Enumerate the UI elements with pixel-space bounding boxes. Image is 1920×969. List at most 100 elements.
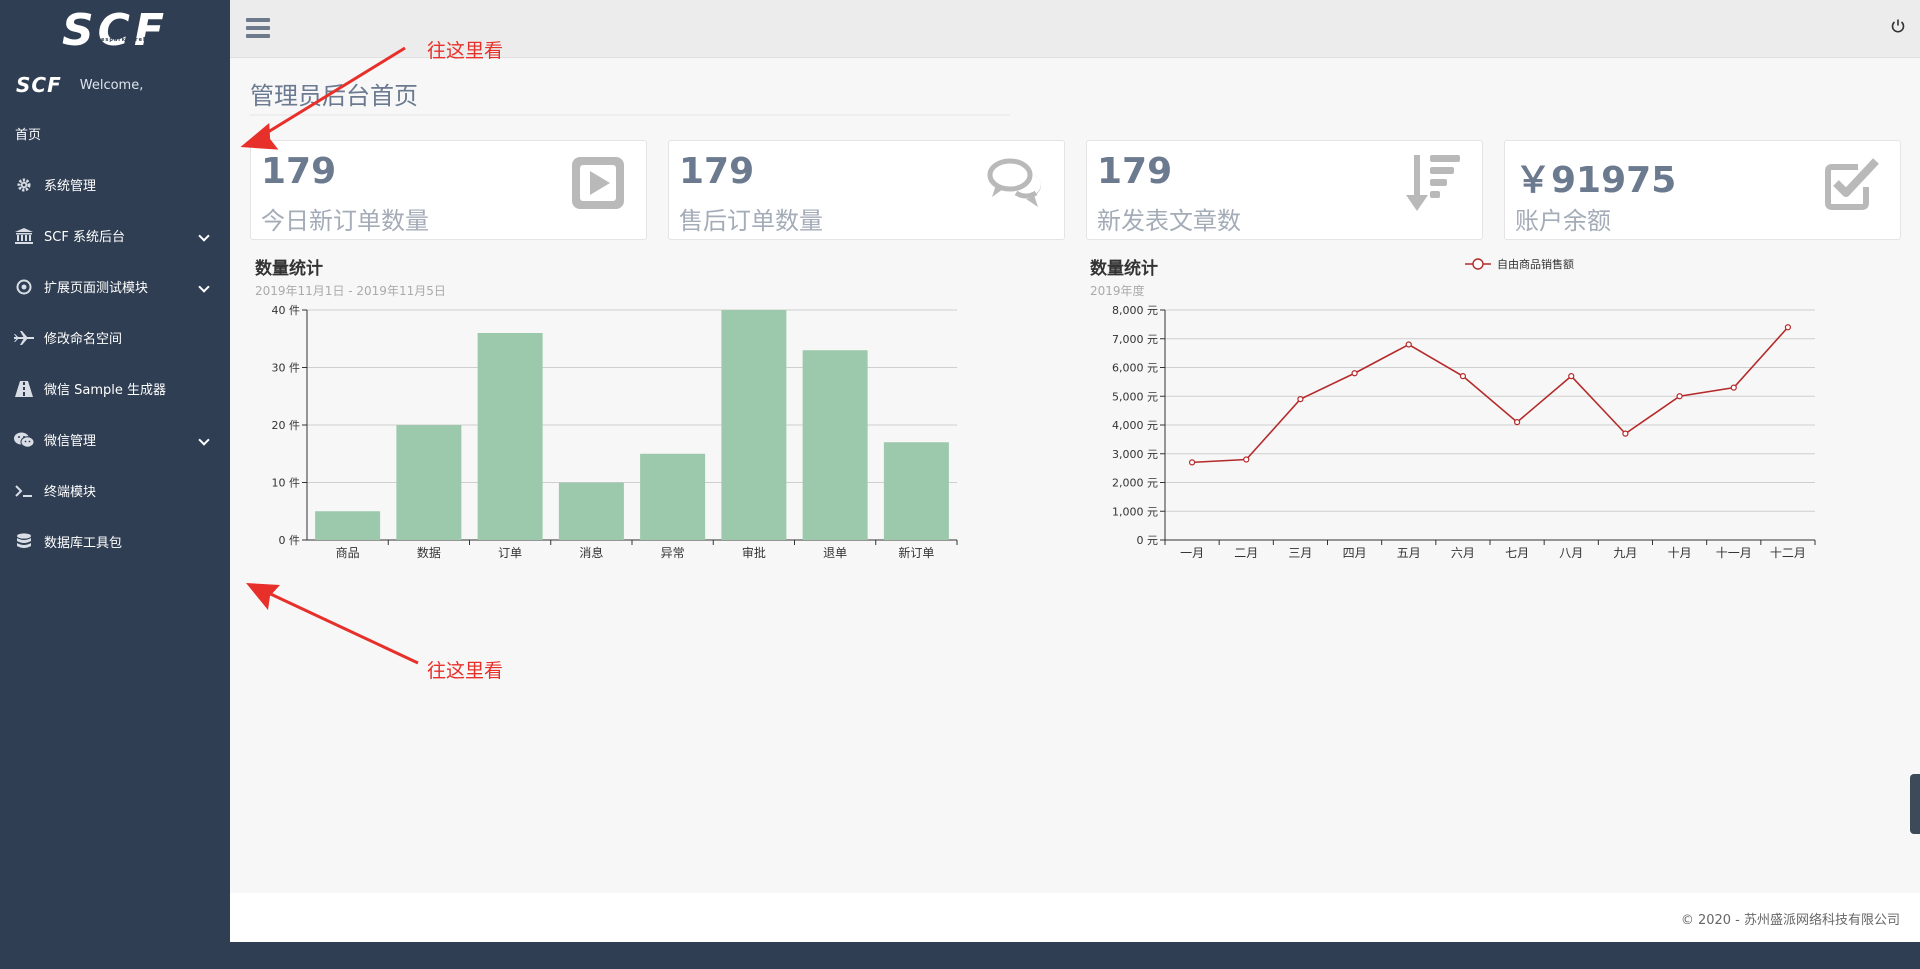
- sidebar-item-home[interactable]: 首页: [0, 108, 230, 159]
- annotation-label: 往这里看: [427, 660, 504, 682]
- y-tick-label: 1,000 元: [1112, 505, 1158, 518]
- data-point: [1405, 341, 1412, 348]
- side-scroll-handle[interactable]: [1910, 774, 1920, 834]
- series-line: [1192, 326, 1789, 464]
- footer: © 2020 - 苏州盛派网络科技有限公司: [230, 893, 1920, 942]
- sidebar-item-label: SCF 系统后台: [44, 230, 125, 245]
- brand-logo-text: SCF: [61, 5, 169, 56]
- stat-value: 179: [261, 151, 337, 192]
- x-tick-label: 异常: [661, 546, 685, 560]
- stat-label: 账户余额: [1515, 207, 1611, 235]
- sidebar-item-extension-test[interactable]: 扩展页面测试模块: [0, 261, 230, 312]
- data-point: [1243, 456, 1250, 463]
- database-icon: [14, 532, 34, 552]
- y-tick-label: 2,000 元: [1112, 477, 1158, 490]
- sidebar-item-label: 扩展页面测试模块: [44, 281, 149, 296]
- y-tick-label: 20 件: [272, 419, 301, 432]
- y-tick-label: 4,000 元: [1112, 419, 1158, 432]
- title-divider: [250, 114, 1010, 116]
- sidebar-item-label: 终端模块: [44, 485, 97, 500]
- x-tick-label: 四月: [1343, 546, 1367, 560]
- stat-card-new-articles[interactable]: 179 新发表文章数: [1086, 140, 1483, 240]
- stat-card-aftersale-orders[interactable]: 179 售后订单数量: [668, 140, 1065, 240]
- y-tick-label: 8,000 元: [1112, 304, 1158, 317]
- data-point: [1459, 373, 1467, 380]
- brand-logo-small: SeesparkCoreFramework: [91, 37, 184, 43]
- data-point: [1568, 373, 1575, 380]
- sidebar-item-label: 微信 Sample 生成器: [44, 383, 167, 398]
- y-tick-label: 0 元: [1137, 534, 1159, 547]
- sidebar-item-terminal[interactable]: 终端模块: [0, 465, 230, 516]
- x-tick-label: 审批: [742, 545, 766, 560]
- sidebar-item-wechat-manage[interactable]: 微信管理: [0, 414, 230, 465]
- sort-icon: [1406, 155, 1460, 211]
- y-tick-label: 5,000 元: [1112, 390, 1158, 403]
- power-icon[interactable]: [1890, 18, 1906, 34]
- stat-card-new-orders[interactable]: 179 今日新订单数量: [250, 140, 647, 240]
- sidebar-item-wechat-sample[interactable]: 微信 Sample 生成器: [0, 363, 230, 414]
- sidebar-item-system[interactable]: 系统管理: [0, 159, 230, 210]
- y-tick-label: 10 件: [272, 477, 301, 490]
- data-point: [1676, 393, 1683, 400]
- bar-chart-subtitle: 2019年11月1日 - 2019年11月5日: [255, 284, 446, 298]
- stat-label: 新发表文章数: [1097, 207, 1241, 235]
- play-icon: [572, 157, 624, 209]
- sidebar-item-database-tools[interactable]: 数据库工具包: [0, 516, 230, 567]
- bar: [640, 453, 706, 540]
- data-point: [1188, 459, 1196, 466]
- x-tick-label: 三月: [1288, 546, 1312, 560]
- main-content: 管理员后台首页 179 今日新订单数量 179 售后订单数量 179 新发表文章…: [230, 58, 1920, 893]
- road-icon: [14, 379, 34, 399]
- sidebar-item-scf-admin[interactable]: SCF 系统后台: [0, 210, 230, 261]
- mini-logo: SCF: [16, 73, 62, 97]
- target-icon: [14, 277, 34, 297]
- y-tick-label: 7,000 元: [1112, 333, 1158, 346]
- gear-icon: [14, 175, 34, 195]
- brand-logo[interactable]: SCF SeesparkCoreFramework: [62, 9, 182, 53]
- bar: [315, 511, 381, 540]
- x-tick-label: 十二月: [1770, 546, 1806, 560]
- page-title: 管理员后台首页: [250, 82, 418, 110]
- bar-chart-title: 数量统计: [255, 259, 323, 279]
- menu-toggle-icon[interactable]: [246, 18, 270, 40]
- sidebar-item-label: 微信管理: [44, 434, 97, 449]
- x-tick-label: 商品: [336, 545, 360, 560]
- user-panel: SCF Welcome,: [0, 62, 230, 108]
- stat-value: ￥91975: [1515, 160, 1677, 201]
- x-tick-label: 十月: [1668, 546, 1692, 560]
- x-tick-label: 七月: [1505, 546, 1529, 560]
- x-tick-label: 八月: [1559, 546, 1583, 560]
- x-tick-label: 二月: [1234, 546, 1258, 560]
- bar: [802, 350, 868, 540]
- stat-card-balance[interactable]: ￥91975 账户余额: [1504, 140, 1901, 240]
- stat-label: 售后订单数量: [679, 207, 823, 235]
- bar: [396, 425, 462, 540]
- welcome-text: Welcome,: [79, 77, 144, 93]
- line-chart: 0 元 1,000 元 2,000 元 3,000 元 4,000 元 5,000 元 6,…: [1112, 257, 1816, 560]
- annotation-label: 往这里看: [427, 40, 504, 62]
- y-tick-label: 30 件: [272, 362, 301, 375]
- x-tick-label: 九月: [1613, 546, 1637, 560]
- y-tick-label: 0 件: [279, 534, 301, 547]
- bar: [883, 442, 949, 540]
- x-tick-label: 数据: [417, 545, 441, 560]
- bar: [721, 310, 787, 540]
- bar-chart: 0 件 10 件 20 件 30 件 40 件商品 数据 订单 消息 异常 审批 退单 新订单: [272, 304, 958, 560]
- sidebar-item-rename-namespace[interactable]: 修改命名空间: [0, 312, 230, 363]
- bar: [477, 333, 543, 540]
- brand[interactable]: SCF SeesparkCoreFramework: [0, 0, 230, 62]
- stat-value: 179: [1097, 151, 1173, 192]
- data-point: [1730, 384, 1737, 391]
- sidebar-item-label: 首页: [15, 128, 42, 143]
- comments-icon: [987, 158, 1041, 207]
- x-tick-label: 订单: [498, 546, 522, 560]
- sidebar-nav: 首页 系统管理 SCF 系统后台 扩展页面测试模块 修改命名空间 微信 Samp…: [0, 108, 230, 567]
- data-point: [1513, 419, 1521, 426]
- sidebar-item-label: 修改命名空间: [44, 332, 123, 347]
- data-point: [1622, 430, 1629, 437]
- legend-label: 自由商品销售额: [1497, 257, 1574, 271]
- y-tick-label: 6,000 元: [1112, 362, 1158, 375]
- bank-icon: [14, 226, 34, 246]
- x-tick-label: 五月: [1397, 546, 1421, 560]
- x-tick-label: 六月: [1451, 546, 1475, 560]
